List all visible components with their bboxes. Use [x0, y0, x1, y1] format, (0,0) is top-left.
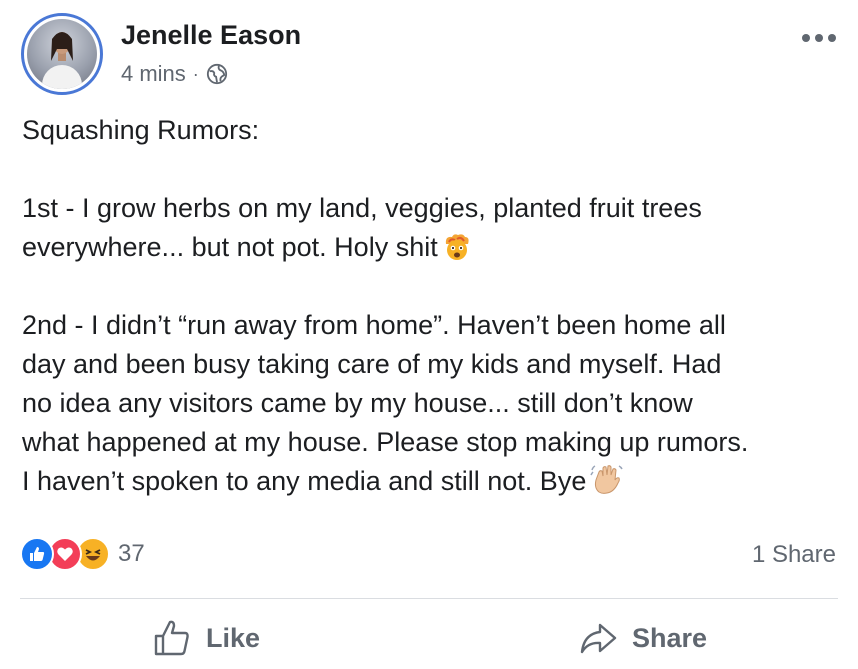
share-button[interactable]: Share: [578, 618, 707, 658]
post-line-text: everywhere... but not pot. Holy shit: [22, 232, 438, 262]
like-button-label: Like: [206, 622, 261, 653]
share-button-label: Share: [632, 622, 708, 653]
thumbs-up-icon: [154, 620, 189, 656]
post-line: day and been busy taking care of my kids…: [22, 349, 722, 379]
post-line: no idea any visitors came by my house...…: [22, 388, 693, 418]
avatar-photo: [27, 19, 97, 89]
post-line-text: I haven’t spoken to any media and still …: [22, 466, 587, 496]
post-timestamp[interactable]: 4 mins: [121, 61, 186, 87]
author-name[interactable]: Jenelle Eason: [121, 20, 301, 51]
author-avatar[interactable]: [21, 13, 103, 95]
waving-hand-emoji: [590, 465, 624, 494]
reaction-count[interactable]: 37: [118, 540, 145, 568]
exploding-head-emoji: [445, 234, 469, 260]
post-line-with-emoji: I haven’t spoken to any media and still …: [22, 462, 842, 501]
post-line: 1st - I grow herbs on my land, veggies, …: [22, 193, 702, 223]
meta-separator: ·: [192, 63, 199, 84]
more-options-icon[interactable]: [802, 34, 836, 42]
like-button[interactable]: Like: [152, 618, 260, 658]
post-body: Squashing Rumors: 1st - I grow herbs on …: [22, 111, 842, 501]
actions-divider: [20, 598, 838, 599]
globe-icon: [206, 63, 227, 85]
post-line-with-emoji: everywhere... but not pot. Holy shit: [22, 228, 842, 267]
like-reaction-icon: [20, 537, 54, 571]
reactions-summary[interactable]: 37: [20, 537, 145, 571]
share-arrow-icon: [580, 623, 617, 654]
share-count[interactable]: 1 Share: [752, 541, 836, 569]
more-dot: [815, 34, 823, 42]
post-line: what happened at my house. Please stop m…: [22, 427, 749, 457]
more-dot: [828, 34, 836, 42]
more-dot: [802, 34, 810, 42]
post-line: 2nd - I didn’t “run away from home”. Hav…: [22, 310, 726, 340]
post-meta: 4 mins ·: [121, 61, 228, 87]
post-heading: Squashing Rumors:: [22, 115, 260, 145]
